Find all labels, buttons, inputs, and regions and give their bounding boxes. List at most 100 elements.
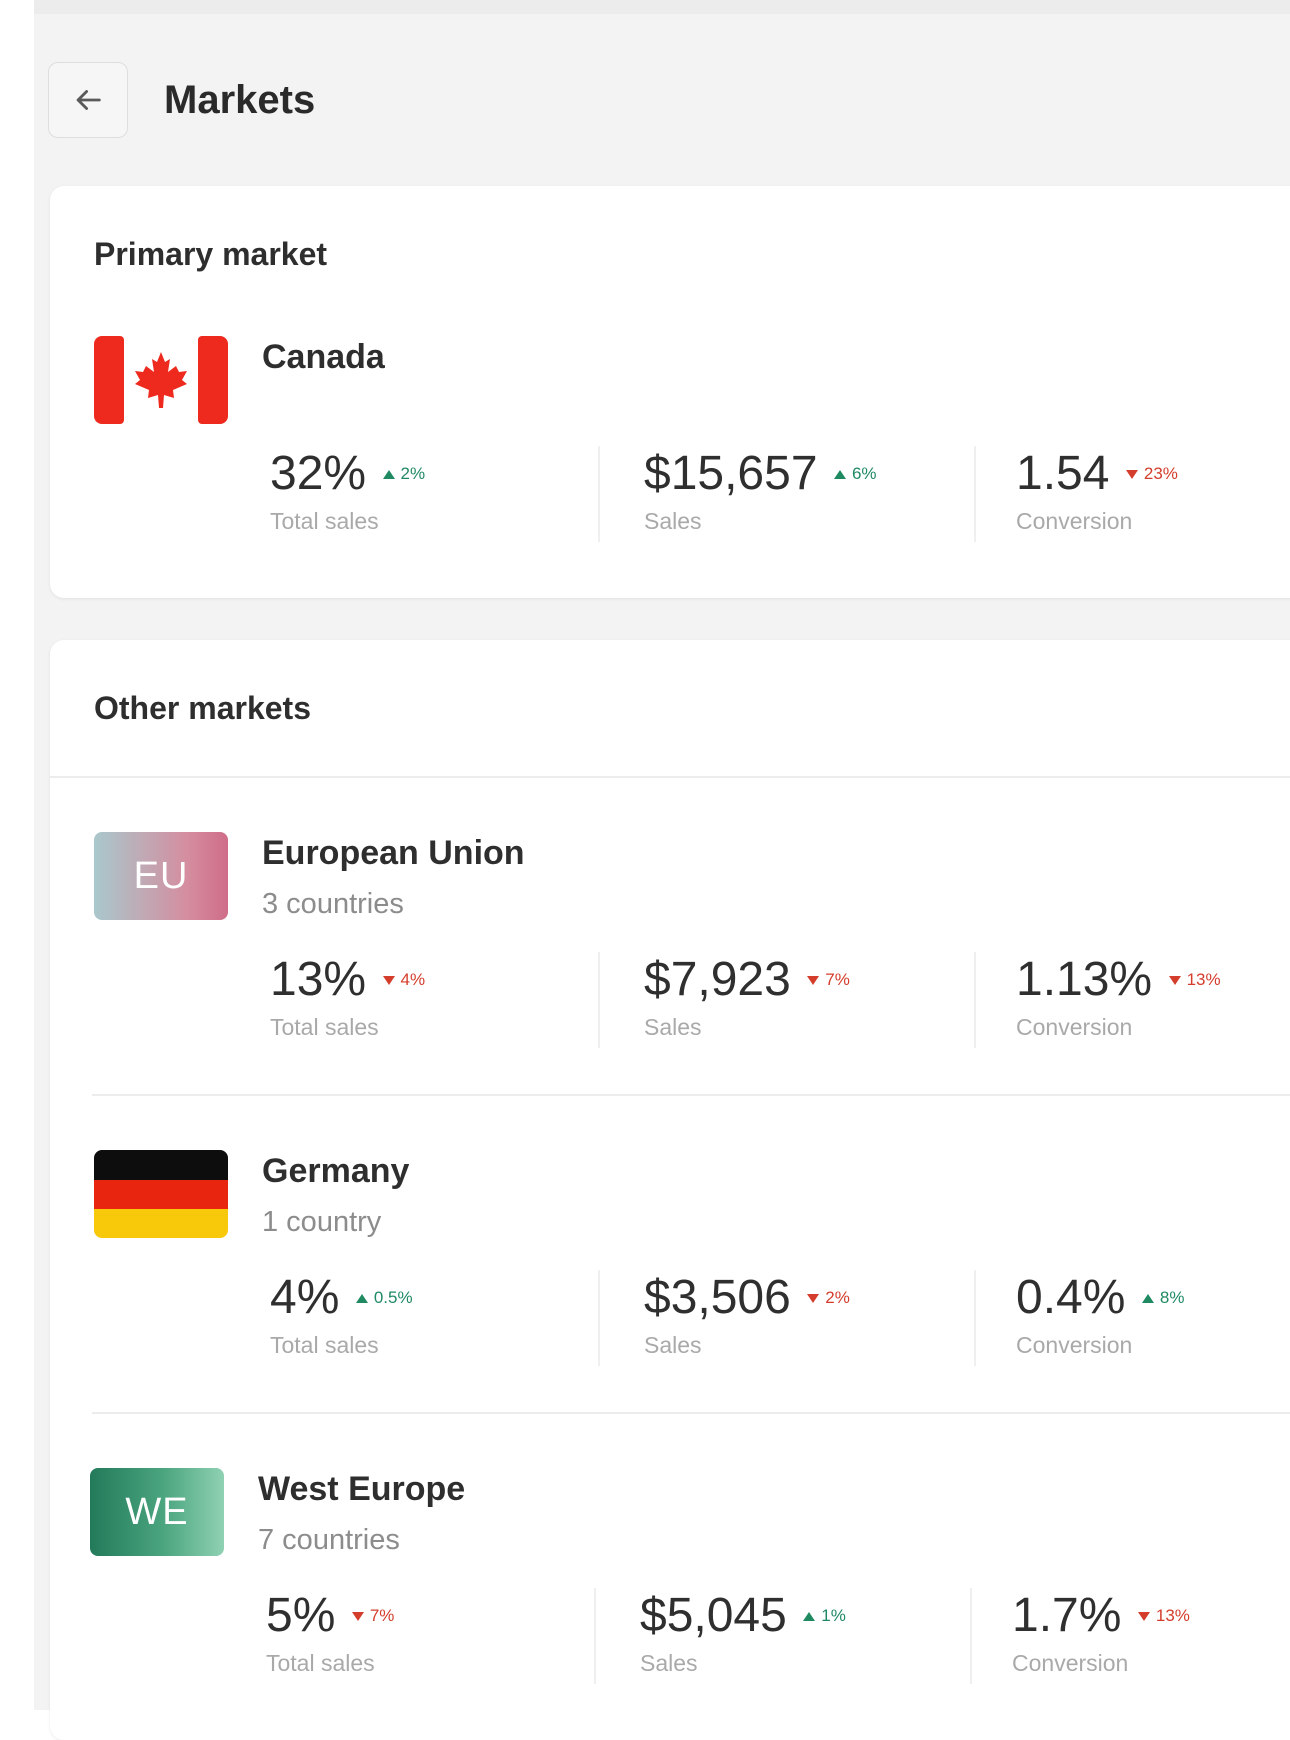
trend-change: 2% <box>825 1288 850 1307</box>
triangle-down-icon <box>1125 469 1138 479</box>
trend-change: 7% <box>369 1606 395 1625</box>
germany-flag-icon <box>94 1150 228 1238</box>
we-badge: WE <box>90 1468 224 1556</box>
trend-up-indicator: 0.5% <box>355 1288 413 1308</box>
stat-label: Conversion <box>1012 1650 1129 1676</box>
trend-up-indicator: 1% <box>803 1606 846 1626</box>
triangle-up-icon <box>355 1293 368 1303</box>
stat-divider <box>970 1588 972 1684</box>
stat-divider <box>974 446 976 542</box>
badge-text: EU <box>133 854 189 897</box>
stat-divider <box>974 952 976 1048</box>
canada-flag <box>94 336 228 424</box>
triangle-up-icon <box>1141 1293 1154 1303</box>
trend-change: 13% <box>1186 970 1221 989</box>
market-country-count: 1 country <box>262 1206 382 1238</box>
trend-down-indicator: 7% <box>807 970 850 990</box>
page-title: Markets <box>164 78 316 122</box>
stat-sales: $5,045 1% Sales <box>640 1588 980 1677</box>
triangle-up-icon <box>833 469 846 479</box>
stat-label: Conversion <box>1016 508 1133 534</box>
header-divider <box>50 776 1290 778</box>
triangle-down-icon <box>1137 1611 1150 1621</box>
stat-label: Total sales <box>270 508 379 534</box>
triangle-down-icon <box>382 975 395 985</box>
stat-label: Sales <box>644 508 702 534</box>
back-button[interactable] <box>48 62 128 138</box>
arrow-left-icon <box>76 90 101 110</box>
germany-flag <box>94 1150 228 1238</box>
stat-label: Sales <box>644 1014 702 1040</box>
stat-conversion: 1.7% 13% Conversion <box>1012 1588 1290 1677</box>
trend-change: 2% <box>400 464 426 483</box>
stat-value: 32% <box>270 447 367 500</box>
trend-up-indicator: 6% <box>833 464 877 484</box>
stat-total-sales: 5% 7% Total sales <box>266 1588 606 1677</box>
stat-label: Total sales <box>270 1014 379 1040</box>
market-name: Canada <box>262 338 385 376</box>
stat-total-sales: 13% 4% Total sales <box>270 952 610 1041</box>
stat-label: Sales <box>640 1650 698 1676</box>
canada-flag-icon <box>94 336 228 424</box>
stat-label: Total sales <box>270 1332 379 1358</box>
stat-conversion: 1.13% 13% Conversion <box>1016 952 1290 1041</box>
stat-divider <box>974 1270 976 1366</box>
market-name: West Europe <box>258 1470 466 1508</box>
trend-down-indicator: 7% <box>351 1606 395 1626</box>
stat-conversion: 0.4% 8% Conversion <box>1016 1270 1290 1359</box>
trend-down-indicator: 2% <box>807 1288 850 1308</box>
trend-change: 1% <box>821 1606 846 1625</box>
market-name: European Union <box>262 834 525 872</box>
section-title-other: Other markets <box>94 690 311 726</box>
stat-divider <box>598 1270 600 1366</box>
stat-divider <box>598 446 600 542</box>
trend-down-indicator: 13% <box>1137 1606 1190 1626</box>
stat-label: Sales <box>644 1332 702 1358</box>
stat-total-sales: 4% 0.5% Total sales <box>270 1270 610 1359</box>
section-title-primary: Primary market <box>94 236 328 272</box>
triangle-down-icon <box>351 1611 364 1621</box>
stat-divider <box>598 952 600 1048</box>
stat-label: Total sales <box>266 1650 375 1676</box>
stat-label: Conversion <box>1016 1014 1133 1040</box>
stat-value: 4% <box>270 1271 340 1324</box>
stat-conversion: 1.54 23% Conversion <box>1016 446 1290 535</box>
stat-divider <box>594 1588 596 1684</box>
stat-value: 13% <box>270 953 367 1006</box>
trend-up-indicator: 2% <box>382 464 426 484</box>
trend-change: 13% <box>1155 1606 1190 1625</box>
trend-up-indicator: 8% <box>1141 1288 1185 1308</box>
trend-change: 23% <box>1143 464 1178 483</box>
top-border <box>34 0 1290 14</box>
trend-down-indicator: 23% <box>1125 464 1178 484</box>
triangle-up-icon <box>382 469 395 479</box>
triangle-down-icon <box>1168 975 1181 985</box>
stat-value: 1.13% <box>1016 953 1153 1006</box>
stat-sales: $7,923 7% Sales <box>644 952 984 1041</box>
triangle-down-icon <box>807 975 820 985</box>
primary-market-card: Primary market Canada 32% 2% Total sales… <box>50 186 1290 598</box>
market-country-count: 3 countries <box>262 888 404 920</box>
stat-value: $3,506 <box>644 1271 791 1324</box>
stat-value: 0.4% <box>1016 1271 1126 1324</box>
row-divider <box>92 1412 1290 1414</box>
stat-value: $7,923 <box>644 953 791 1006</box>
trend-change: 6% <box>851 464 877 483</box>
stat-total-sales: 32% 2% Total sales <box>270 446 610 535</box>
trend-change: 0.5% <box>373 1288 413 1307</box>
market-name: Germany <box>262 1152 410 1190</box>
eu-badge: EU <box>94 832 228 920</box>
row-divider <box>92 1094 1290 1096</box>
badge-text: WE <box>125 1490 189 1533</box>
other-markets-card: Other markets EU European Union 3 countr… <box>50 640 1290 1740</box>
market-country-count: 7 countries <box>258 1524 400 1556</box>
triangle-down-icon <box>807 1293 820 1303</box>
stat-sales: $15,657 6% Sales <box>644 446 984 535</box>
trend-change: 4% <box>400 970 426 989</box>
trend-down-indicator: 4% <box>382 970 426 990</box>
stat-value: $5,045 <box>640 1589 787 1642</box>
stat-value: 5% <box>266 1589 336 1642</box>
triangle-up-icon <box>803 1611 816 1621</box>
trend-change: 8% <box>1159 1288 1185 1307</box>
stat-value: 1.7% <box>1012 1589 1122 1642</box>
